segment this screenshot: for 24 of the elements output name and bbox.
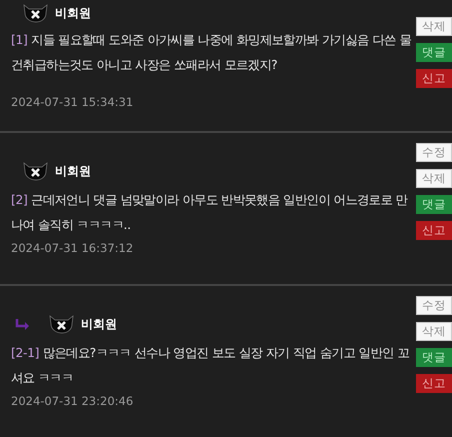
action-button[interactable]: 삭제 bbox=[416, 169, 452, 188]
action-button[interactable]: 수정 bbox=[416, 143, 452, 162]
comment-text: [2-1] 많은데요?ㅋㅋㅋ 선수나 영업진 보도 실장 자기 직업 숨기고 일반인 꼬셔요 ㅋㅋㅋ bbox=[11, 345, 410, 387]
comment-date: 2024-07-31 23:20:46 bbox=[11, 394, 134, 408]
comment-date: 2024-07-31 16:37:12 bbox=[11, 241, 134, 255]
reply-button[interactable]: 댓글 bbox=[416, 348, 452, 367]
avatar-icon bbox=[48, 314, 75, 334]
author-name: 비회원 bbox=[81, 316, 117, 332]
reply-arrow-icon bbox=[15, 318, 29, 330]
action-button[interactable]: 삭제 bbox=[416, 17, 452, 36]
avatar-icon bbox=[22, 3, 49, 23]
comment-date: 2024-07-31 15:34:31 bbox=[11, 95, 134, 109]
action-button[interactable]: 삭제 bbox=[416, 322, 452, 341]
comment-text: [1] 지들 필요할때 도와준 아가씨를 나중에 화밍제보할까봐 가기싫음 다쓴 물건취급하는것도 아니고 사장은 쏘패라서 모르겠지? bbox=[11, 32, 412, 74]
report-button[interactable]: 신고 bbox=[416, 221, 452, 240]
action-button[interactable]: 수정 bbox=[416, 296, 452, 315]
report-button[interactable]: 신고 bbox=[416, 374, 452, 393]
author-name: 비회원 bbox=[55, 4, 91, 22]
author-name: 비회원 bbox=[55, 162, 91, 180]
avatar-icon bbox=[22, 161, 49, 181]
report-button[interactable]: 신고 bbox=[416, 69, 452, 88]
comment-text: [2] 근데저언니 댓글 넘맞말이라 아무도 반박못했음 일반인이 어느경로로 만나여 솔직히 ㅋㅋㅋㅋ.. bbox=[11, 192, 409, 234]
reply-button[interactable]: 댓글 bbox=[416, 43, 452, 62]
reply-button[interactable]: 댓글 bbox=[416, 195, 452, 214]
